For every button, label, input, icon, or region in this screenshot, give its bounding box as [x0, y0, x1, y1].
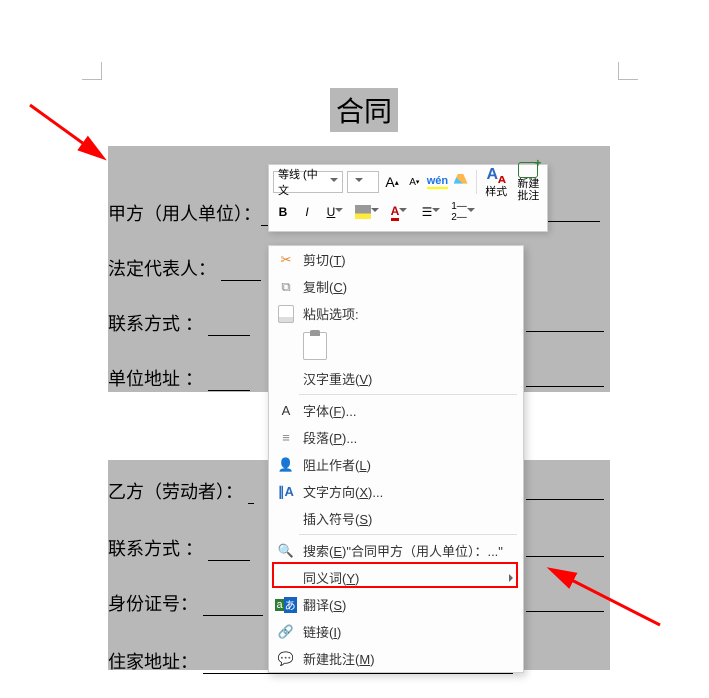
paragraph-icon: ≡: [275, 430, 297, 445]
field-line[interactable]: [526, 535, 604, 557]
chevron-down-icon: [335, 205, 343, 219]
field-line[interactable]: [526, 478, 604, 500]
field-party-a[interactable]: 甲方（用人单位）：: [108, 200, 271, 226]
block-author-icon: 👤: [275, 457, 297, 473]
copy-icon: ⧉: [275, 279, 297, 295]
menu-block-authors[interactable]: 👤 阻止作者(L): [269, 451, 523, 478]
format-painter-button[interactable]: [451, 171, 469, 193]
grow-font-button[interactable]: A▴: [383, 171, 401, 193]
styles-button[interactable]: Aᴀ 样式: [483, 166, 510, 199]
page-margin-corner: [82, 62, 102, 80]
translate-icon: aあ: [275, 597, 297, 613]
bold-button[interactable]: B: [273, 201, 293, 223]
menu-paste-options-label: 粘贴选项:: [269, 300, 523, 327]
field-line[interactable]: [526, 365, 604, 387]
bullets-icon: ☰: [422, 205, 433, 219]
page-margin-corner: [618, 62, 638, 80]
field-contact-2[interactable]: 联系方式 ：: [108, 535, 250, 561]
menu-link[interactable]: 🔗 链接(I): [269, 618, 523, 645]
phonetic-guide-button[interactable]: wén: [427, 171, 447, 193]
divider: [476, 170, 477, 194]
menu-translate[interactable]: aあ 翻译(S): [269, 591, 523, 618]
text-direction-icon: ∥A: [275, 484, 297, 500]
field-line[interactable]: [526, 310, 604, 332]
menu-copy[interactable]: ⧉ 复制(C): [269, 273, 523, 300]
font-size-select[interactable]: [347, 171, 379, 193]
menu-new-comment[interactable]: 💬 新建批注(M): [269, 645, 523, 672]
menu-cut[interactable]: ✂ 剪切(T): [269, 246, 523, 273]
comment-icon: [518, 162, 538, 178]
numbering-icon: 1—2—: [451, 201, 467, 223]
highlighter-icon: [355, 205, 371, 219]
numbering-button[interactable]: 1—2—: [449, 201, 477, 223]
chevron-down-icon: [371, 205, 379, 219]
highlight-button[interactable]: [353, 201, 381, 223]
font-name-select[interactable]: 等线 (中文: [273, 171, 343, 193]
doc-title[interactable]: 合同: [330, 88, 398, 132]
chevron-down-icon: [355, 175, 363, 189]
search-icon: 🔍: [275, 543, 297, 559]
menu-synonyms[interactable]: 同义词(Y): [269, 564, 523, 591]
field-party-b[interactable]: 乙方（劳动者）：: [108, 478, 254, 504]
menu-reconvert[interactable]: 汉字重选(V): [269, 365, 523, 392]
brush-icon: [454, 174, 468, 190]
clipboard-icon: [303, 332, 327, 360]
menu-separator: [299, 534, 517, 535]
link-icon: 🔗: [275, 624, 297, 640]
chevron-down-icon: [330, 175, 338, 189]
bullets-button[interactable]: ☰: [417, 201, 445, 223]
chevron-down-icon: [432, 205, 440, 219]
font-color-button[interactable]: A: [385, 201, 413, 223]
menu-search[interactable]: 🔍 搜索(E)"合同甲方（用人单位）：...": [269, 537, 523, 564]
menu-paragraph[interactable]: ≡ 段落(P)...: [269, 424, 523, 451]
underline-button[interactable]: U: [321, 201, 349, 223]
field-id-no[interactable]: 身份证号：: [108, 590, 263, 616]
mini-toolbar: 等线 (中文 A▴ A▾ wén Aᴀ 样式 新建 批注 B I U A ☰ 1…: [268, 164, 548, 232]
menu-paste-option-keep[interactable]: [269, 327, 523, 365]
field-line[interactable]: [540, 200, 600, 222]
menu-insert-symbol[interactable]: 插入符号(S): [269, 505, 523, 532]
field-contact-1[interactable]: 联系方式 ：: [108, 310, 250, 336]
menu-separator: [299, 394, 517, 395]
field-address-1[interactable]: 单位地址 ：: [108, 365, 250, 391]
paste-icon: [275, 305, 297, 323]
scissors-icon: ✂: [275, 252, 297, 268]
chevron-down-icon: [399, 205, 407, 219]
context-menu: ✂ 剪切(T) ⧉ 复制(C) 粘贴选项: 汉字重选(V) A 字体(F)...…: [268, 245, 524, 673]
font-icon: A: [275, 403, 297, 418]
menu-text-direction[interactable]: ∥A 文字方向(X)...: [269, 478, 523, 505]
field-legal-rep[interactable]: 法定代表人：: [108, 255, 261, 281]
chevron-down-icon: [467, 205, 475, 219]
comment-icon: 💬: [275, 651, 297, 667]
field-line[interactable]: [526, 590, 604, 612]
menu-font[interactable]: A 字体(F)...: [269, 397, 523, 424]
italic-button[interactable]: I: [297, 201, 317, 223]
shrink-font-button[interactable]: A▾: [405, 171, 423, 193]
